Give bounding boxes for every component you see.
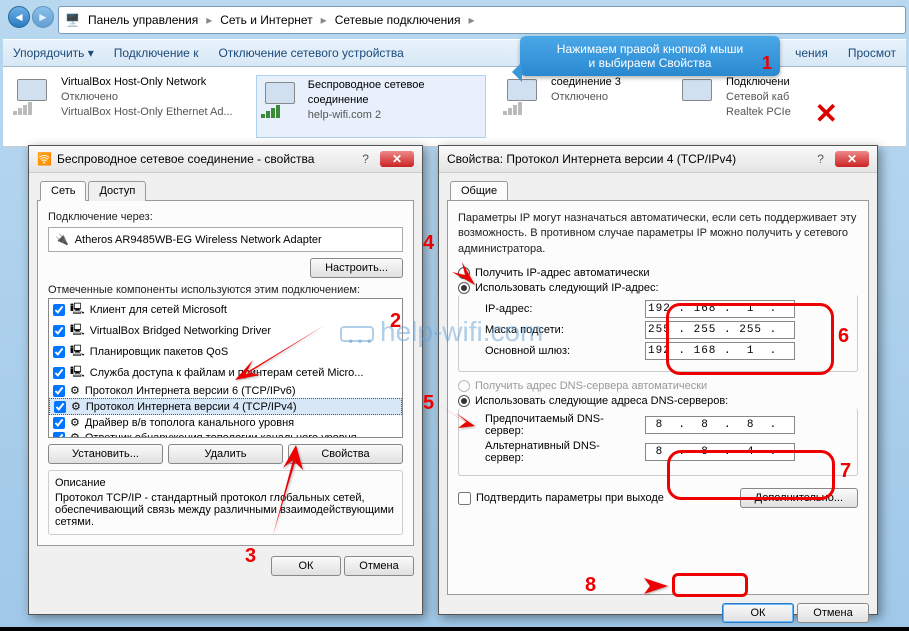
install-button[interactable]: Установить... (48, 444, 163, 464)
close-button[interactable]: ✕ (835, 151, 869, 167)
configure-button[interactable]: Настроить... (310, 258, 403, 278)
dlg1-ok-button[interactable]: ОК (271, 556, 341, 576)
tab-network[interactable]: Сеть (40, 181, 86, 201)
bc-l3[interactable]: Сетевые подключения (335, 13, 461, 27)
dialog-tcpip-properties: Свойства: Протокол Интернета версии 4 (T… (438, 145, 878, 615)
dlg1-cancel-button[interactable]: Отмена (344, 556, 414, 576)
nav-fwd[interactable]: ► (32, 6, 54, 28)
dlg2-title: Свойства: Протокол Интернета версии 4 (T… (447, 152, 736, 166)
oval-8 (672, 573, 748, 597)
annotation-3: 3 (245, 545, 256, 568)
oval-6 (666, 303, 834, 375)
dlg2-cancel-button[interactable]: Отмена (797, 603, 869, 623)
validate-checkbox[interactable] (458, 492, 471, 505)
breadcrumb[interactable]: 🖥️ Панель управления ▸ Сеть и Интернет ▸… (58, 6, 906, 34)
adapter-box: 🔌 Atheros AR9485WB-EG Wireless Network A… (48, 227, 403, 252)
components-label: Отмеченные компоненты используются этим … (48, 284, 403, 296)
annotation-2: 2 (390, 310, 401, 333)
arrow-4 (430, 240, 480, 293)
toolbar-organize[interactable]: Упорядочить ▾ (13, 46, 94, 60)
description-box: Описание Протокол TCP/IP - стандартный п… (48, 470, 403, 535)
toolbar-diag[interactable]: чения (795, 46, 828, 60)
arrow-2 (225, 320, 335, 393)
conn-vbox[interactable]: VirtualBox Host-Only Network Отключено V… (11, 75, 241, 138)
connections-list: VirtualBox Host-Only Network Отключено V… (3, 67, 906, 147)
tab-general[interactable]: Общие (450, 181, 508, 201)
dlg2-ok-button[interactable]: ОК (722, 603, 794, 623)
nav-back[interactable]: ◄ (8, 6, 30, 28)
radio-auto-dns (458, 380, 470, 392)
conn-3[interactable]: соединение 3 Отключено (501, 75, 661, 138)
toolbar-disable[interactable]: Отключение сетевого устройства (218, 46, 403, 60)
annotation-5: 5 (423, 392, 434, 415)
annotation-4: 4 (423, 232, 434, 255)
red-x-icon: ✕ (815, 97, 838, 130)
dlg1-title: Беспроводное сетевое соединение - свойст… (57, 152, 315, 166)
computer-icon: 🖥️ (65, 13, 80, 27)
annotation-8: 8 (585, 574, 596, 597)
arrow-5 (430, 398, 480, 441)
bc-l2[interactable]: Сеть и Интернет (220, 13, 312, 27)
annotation-6: 6 (838, 325, 849, 348)
tab-access[interactable]: Доступ (88, 181, 146, 201)
help-button[interactable]: ? (356, 150, 375, 168)
toolbar-view[interactable]: Просмот (848, 46, 896, 60)
help-button[interactable]: ? (811, 150, 830, 168)
arrow-3 (258, 440, 318, 543)
wifi-icon: 🛜 (37, 152, 52, 166)
tcpipv4-row[interactable]: ⚙Протокол Интернета версии 4 (TCP/IPv4) (49, 398, 402, 415)
oval-7 (667, 450, 835, 500)
conn-lan[interactable]: Подключени Сетевой каб Realtek PCIe (676, 75, 806, 138)
callout-tip: Нажимаем правой кнопкой мыши и выбираем … (520, 36, 780, 76)
dns1-input[interactable] (645, 416, 795, 434)
bc-root[interactable]: Панель управления (88, 13, 198, 27)
connect-via-label: Подключение через: (48, 211, 403, 223)
info-text: Параметры IP могут назначаться автоматич… (458, 211, 858, 257)
arrow-8 (600, 574, 670, 601)
close-button[interactable]: ✕ (380, 151, 414, 167)
annotation-7: 7 (840, 460, 851, 483)
conn-wifi[interactable]: Беспроводное сетевое соединение help-wif… (256, 75, 486, 138)
toolbar-connect[interactable]: Подключение к (114, 46, 199, 60)
adapter-icon: 🔌 (55, 233, 69, 246)
